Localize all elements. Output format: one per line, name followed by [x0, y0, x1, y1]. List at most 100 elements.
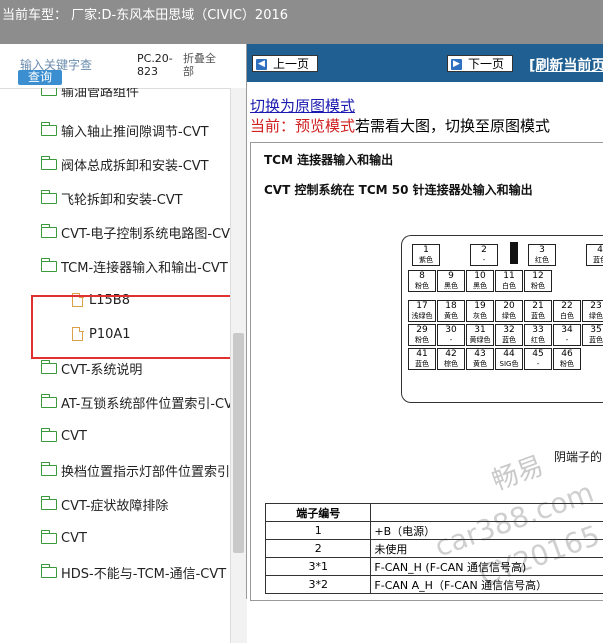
folder-icon	[41, 499, 57, 510]
terminal-table: 端子编号 1+B（电源） 2未使用 3*1F-CAN_H (F-CAN 通信信号…	[265, 503, 603, 594]
tree-item[interactable]: 飞轮拆卸和安装-CVT	[41, 188, 183, 208]
connector-pin-number: 41	[409, 349, 435, 359]
connector-pin: 20绿色	[495, 300, 523, 322]
folder-icon	[41, 363, 57, 374]
connector-pin-color: 粉色	[409, 281, 435, 291]
selection-highlight-box	[31, 295, 234, 359]
folder-icon	[41, 567, 57, 578]
tree-item[interactable]: CVT	[41, 426, 87, 446]
connector-pin-color: 绿色	[583, 311, 603, 321]
connector-pin-number: 1	[413, 245, 439, 255]
tree-item-label: CVT-症状故障排除	[61, 495, 168, 514]
connector-pin-number: 8	[409, 271, 435, 281]
connector-pin-color: 红色	[529, 255, 555, 265]
tree-item[interactable]: AT-互锁系统部件位置索引-CVT	[41, 392, 230, 412]
next-page-button[interactable]: ▶ 下一页	[447, 55, 513, 72]
connector-pin-number: 12	[525, 271, 551, 281]
switch-original-mode-link[interactable]: 切换为原图模式	[250, 95, 355, 116]
tree-item[interactable]: 阀体总成拆卸和安装-CVT	[41, 154, 209, 174]
tree-item-label: AT-互锁系统部件位置索引-CVT	[61, 393, 230, 412]
connector-pin-color: 蓝色	[496, 335, 522, 345]
connector-pin-number: 32	[496, 325, 522, 335]
refresh-page-link[interactable]: [刷新当前页	[529, 55, 603, 75]
tree-item[interactable]: HDS-不能与-TCM-通信-CVT	[41, 562, 226, 582]
connector-pin-color: SIG色	[496, 359, 522, 369]
prev-page-label: 上一页	[273, 57, 309, 71]
connector-pin-number: 11	[496, 271, 522, 281]
tree-item[interactable]: CVT-症状故障排除	[41, 494, 168, 514]
connector-pin-number: 45	[525, 349, 551, 359]
tree-item-label: TCM-连接器输入和输出-CVT	[61, 257, 228, 276]
connector-pin-color: 浅绿色	[409, 311, 435, 321]
tree-item[interactable]: 输油管路组件	[41, 88, 139, 100]
tree-item-label: 换档位置指示灯部件位置索引	[61, 461, 230, 480]
connector-pin: 41蓝色	[408, 348, 436, 370]
connector-pin-color: 粉色	[554, 359, 580, 369]
doc-heading: TCM 连接器输入和输出	[264, 151, 393, 168]
connector-pin-color: 棕色	[438, 359, 464, 369]
connector-pin-color: 黄色	[438, 311, 464, 321]
connector-pin-number: 34	[554, 325, 580, 335]
tree-item-label: CVT	[61, 531, 87, 546]
connector-pin-number: 18	[438, 301, 464, 311]
connector-pin: 46粉色	[553, 348, 581, 370]
tree-item-label: 阀体总成拆卸和安装-CVT	[61, 155, 209, 174]
connector-pin-number: 31	[467, 325, 493, 335]
doc-subheading: CVT 控制系统在 TCM 50 针连接器处输入和输出	[264, 181, 533, 198]
folder-icon	[41, 533, 57, 544]
next-page-label: 下一页	[468, 57, 504, 71]
female-terminal-label: 阴端子的	[554, 448, 602, 465]
left-panel: 输入关键字查 查询 PC.20-823 折叠全部 输油管路组件 输入轴止推间隙调…	[0, 44, 246, 599]
table-row: 3*1F-CAN_H (F-CAN 通信信号高)	[266, 558, 603, 576]
tree-item[interactable]: CVT-系统说明	[41, 358, 142, 378]
connector-pin-number: 33	[525, 325, 551, 335]
mode-current: 当前：预览模式	[250, 117, 355, 135]
connector-pin-color: 白色	[496, 281, 522, 291]
connector-pin: 22白色	[553, 300, 581, 322]
connector-pin-number: 46	[554, 349, 580, 359]
table-row: 3*2F-CAN A_H（F-CAN 通信信号高）	[266, 576, 603, 594]
connector-pin: 17浅绿色	[408, 300, 436, 322]
tree-scrollbar[interactable]	[230, 88, 247, 643]
folder-icon	[41, 397, 57, 408]
connector-pin-number: 30	[438, 325, 464, 335]
connector-pin-color: 黑色	[467, 281, 493, 291]
connector-diagram: 1紫色2-3红色4蓝色8粉色9黑色10黑色11白色12粉色17浅绿色18黄色19…	[401, 235, 603, 403]
tree-item[interactable]: 换档位置指示灯部件位置索引	[41, 460, 230, 480]
watermark: 畅易	[486, 445, 548, 498]
connector-pin-color: 黄绿色	[467, 335, 493, 345]
connector-pin: 30-	[437, 324, 465, 346]
folder-icon	[41, 227, 57, 238]
tree-item[interactable]: 输入轴止推间隙调节-CVT	[41, 120, 209, 140]
tree-item-label: CVT	[61, 429, 87, 444]
connector-pin-color: 黄色	[467, 359, 493, 369]
folder-icon	[41, 88, 57, 96]
connector-pin-color: 黑色	[438, 281, 464, 291]
table-row: 1+B（电源）	[266, 522, 603, 540]
tree-item-label: 输油管路组件	[61, 88, 139, 100]
table-row: 2未使用	[266, 540, 603, 558]
connector-pin: 32蓝色	[495, 324, 523, 346]
connector-pin-number: 10	[467, 271, 493, 281]
table-header: 端子编号	[266, 504, 371, 522]
connector-pin-number: 23	[583, 301, 603, 311]
scrollbar-thumb[interactable]	[233, 333, 244, 553]
connector-pin: 1紫色	[412, 244, 440, 266]
tree-item-tcm[interactable]: TCM-连接器输入和输出-CVT	[41, 256, 228, 276]
tree-item[interactable]: CVT-电子控制系统电路图-CVT	[41, 222, 230, 242]
tree-item[interactable]: CVT	[41, 528, 87, 548]
folder-icon	[41, 193, 57, 204]
query-button[interactable]: 查询	[18, 70, 62, 85]
tree-item-label: CVT-系统说明	[61, 359, 142, 378]
connector-pin: 29粉色	[408, 324, 436, 346]
arrow-right-icon: ▶	[451, 59, 462, 70]
folder-icon	[41, 465, 57, 476]
tree-item-label: HDS-不能与-TCM-通信-CVT	[61, 563, 226, 582]
prev-page-button[interactable]: ◀上一页	[252, 55, 318, 72]
connector-pin-color: -	[438, 335, 464, 345]
collapse-all-link[interactable]: 折叠全部	[183, 52, 223, 78]
connector-pin-number: 19	[467, 301, 493, 311]
connector-pin-color: 蓝色	[525, 311, 551, 321]
tree-item-label: 飞轮拆卸和安装-CVT	[61, 189, 183, 208]
current-vehicle-label: 当前车型： 厂家:D-东风本田思域（CIVIC）2016	[2, 4, 288, 23]
